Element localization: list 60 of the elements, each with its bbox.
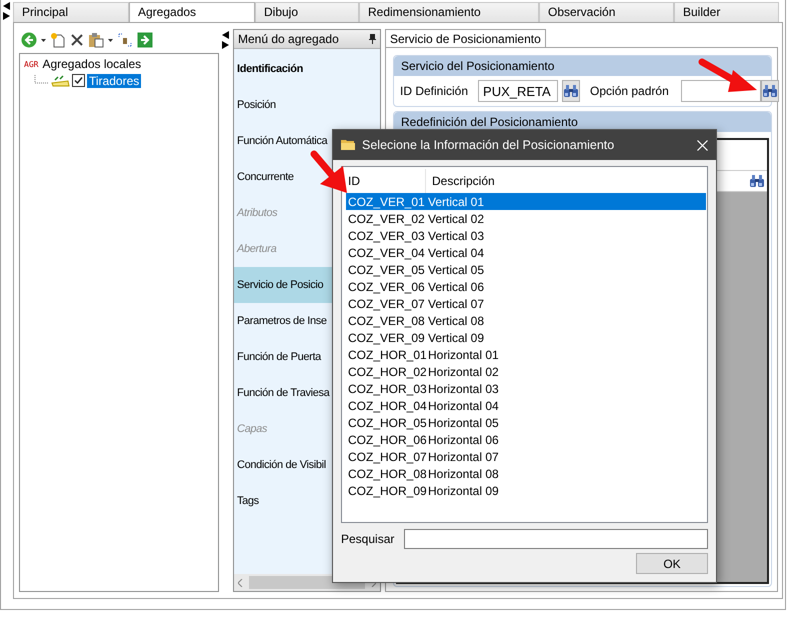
caret-icon[interactable] xyxy=(108,38,113,42)
list-row[interactable]: COZ_HOR_04 Horizontal 04 xyxy=(346,397,706,414)
column-header[interactable]: Descripción xyxy=(426,174,495,188)
list-row[interactable]: COZ_VER_08 Vertical 08 xyxy=(346,312,706,329)
menu-item[interactable]: Identificación xyxy=(234,51,380,87)
forward-icon[interactable] xyxy=(137,32,153,48)
field-label: Opción padrón xyxy=(590,84,669,98)
caret-icon[interactable] xyxy=(41,38,46,42)
list-row[interactable]: COZ_HOR_07 Horizontal 07 xyxy=(346,448,706,465)
group-title: Servicio del Posicionamiento xyxy=(401,59,554,73)
search-field[interactable] xyxy=(404,529,708,549)
binoculars-icon xyxy=(749,174,765,188)
list-row[interactable]: COZ_VER_03 Vertical 03 xyxy=(346,227,706,244)
tab[interactable]: Redimensionamiento xyxy=(359,2,539,22)
list-row[interactable]: COZ_HOR_08 Horizontal 08 xyxy=(346,465,706,482)
group-title: Redefinición del Posicionamiento xyxy=(401,115,578,129)
annotation-arrow xyxy=(698,58,757,92)
list-row[interactable]: COZ_HOR_06 Horizontal 06 xyxy=(346,431,706,448)
tab[interactable]: Principal xyxy=(13,2,129,22)
ok-button[interactable]: OK xyxy=(636,553,708,574)
list-row[interactable]: COZ_HOR_02 Horizontal 02 xyxy=(346,363,706,380)
list-row[interactable]: COZ_HOR_09 Horizontal 09 xyxy=(346,482,706,499)
menu-item[interactable]: Posición xyxy=(234,87,380,123)
rail-icon xyxy=(50,74,70,87)
delete-icon[interactable] xyxy=(70,33,84,47)
tab[interactable]: Servicio de Posicionamiento xyxy=(385,29,546,47)
tab[interactable]: Builder xyxy=(674,2,779,22)
tab[interactable]: Dibujo xyxy=(255,2,359,22)
id-input-field[interactable]: PUX_RETA xyxy=(478,80,558,102)
search-button[interactable] xyxy=(562,80,580,102)
agr-label: AGR xyxy=(24,60,38,68)
collapse-arrows-icon[interactable] xyxy=(222,31,230,49)
list-row[interactable]: COZ_VER_04 Vertical 04 xyxy=(346,244,706,261)
tab[interactable]: Observación xyxy=(539,2,674,22)
list-row[interactable]: COZ_HOR_05 Horizontal 05 xyxy=(346,414,706,431)
new-document-icon[interactable] xyxy=(50,32,66,48)
chevron-left-icon[interactable] xyxy=(238,578,243,586)
tree-connector xyxy=(34,74,48,86)
list-row[interactable]: COZ_VER_01 Vertical 01 xyxy=(346,193,706,210)
tab[interactable]: Agregados xyxy=(129,2,255,23)
dialog-title: Selecione la Información del Posicionamiento xyxy=(362,138,616,152)
list-row[interactable]: COZ_HOR_01 Horizontal 01 xyxy=(346,346,706,363)
paste-icon[interactable] xyxy=(88,32,104,48)
menu-title: Menú do agregado xyxy=(238,32,339,46)
folder-icon xyxy=(341,139,355,151)
pin-icon[interactable] xyxy=(369,34,376,44)
list-row[interactable]: COZ_VER_02 Vertical 02 xyxy=(346,210,706,227)
annotation-arrow xyxy=(310,150,347,193)
binoculars-icon xyxy=(563,84,580,98)
list-row[interactable]: COZ_HOR_03 Horizontal 03 xyxy=(346,380,706,397)
close-icon[interactable] xyxy=(697,140,708,150)
tree-item[interactable]: Tiradores xyxy=(87,74,142,88)
search-label: Pesquisar xyxy=(341,532,394,546)
list-row[interactable]: COZ_VER_09 Vertical 09 xyxy=(346,329,706,346)
binoculars-icon xyxy=(762,84,778,98)
checkbox[interactable] xyxy=(72,74,85,87)
tree-item[interactable]: Agregados locales xyxy=(42,57,142,71)
search-button[interactable] xyxy=(760,80,779,102)
collapse-arrows-icon[interactable] xyxy=(3,2,11,20)
field-label: ID Definición xyxy=(400,84,468,98)
